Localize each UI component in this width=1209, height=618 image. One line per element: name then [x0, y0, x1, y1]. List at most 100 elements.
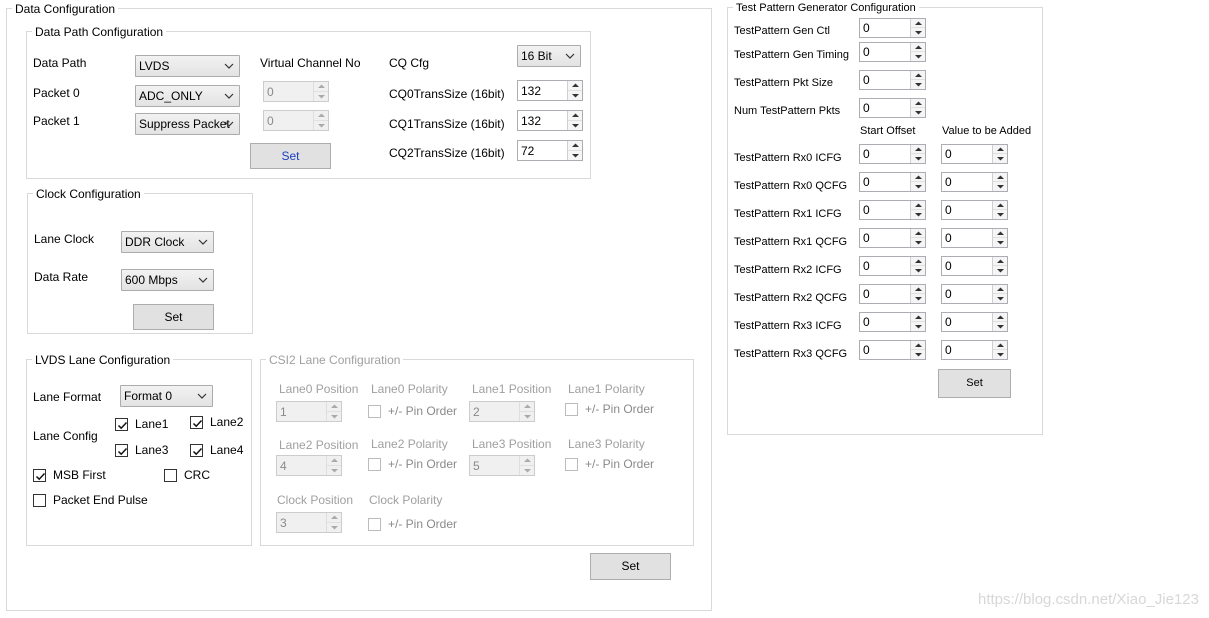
- spin-down-icon[interactable]: [520, 466, 534, 476]
- spin-up-icon[interactable]: [993, 313, 1007, 322]
- spin-down-icon[interactable]: [993, 210, 1007, 219]
- spin-up-icon[interactable]: [911, 173, 925, 182]
- spin-down-icon[interactable]: [568, 121, 582, 131]
- packet0-select[interactable]: ADC_ONLY: [135, 85, 240, 107]
- spin-up-icon[interactable]: [911, 201, 925, 210]
- spin-up-icon[interactable]: [993, 341, 1007, 350]
- data-configuration-set-button[interactable]: Set: [590, 553, 671, 580]
- spin-up-icon[interactable]: [993, 145, 1007, 154]
- cq2-trans-size-spinner[interactable]: 72: [517, 140, 583, 161]
- checkbox-box[interactable]: [33, 469, 46, 482]
- checkbox-box[interactable]: [115, 444, 128, 457]
- data-rate-select[interactable]: 600 Mbps: [121, 269, 214, 291]
- spin-up-icon[interactable]: [314, 82, 328, 92]
- spin-up-icon[interactable]: [993, 257, 1007, 266]
- spin-down-icon[interactable]: [911, 322, 925, 331]
- lane1-position-spinner[interactable]: 2: [469, 401, 535, 422]
- test-pattern-set-button[interactable]: Set: [938, 369, 1011, 398]
- tp-row-start-offset-spinner[interactable]: 0: [859, 144, 926, 164]
- spin-down-icon[interactable]: [911, 28, 925, 37]
- spin-up-icon[interactable]: [520, 402, 534, 412]
- spin-down-icon[interactable]: [993, 154, 1007, 163]
- tp-row-start-offset-spinner[interactable]: 0: [859, 256, 926, 276]
- tp-num-pkts-spinner[interactable]: 0: [859, 98, 926, 118]
- spin-up-icon[interactable]: [911, 257, 925, 266]
- spin-up-icon[interactable]: [993, 201, 1007, 210]
- lane-clock-select[interactable]: DDR Clock: [121, 231, 214, 253]
- spin-up-icon[interactable]: [568, 81, 582, 91]
- tp-row-value-added-spinner[interactable]: 0: [941, 312, 1008, 332]
- lane3-position-spinner[interactable]: 5: [469, 455, 535, 476]
- spin-down-icon[interactable]: [314, 92, 328, 102]
- clock-position-spinner[interactable]: 3: [276, 512, 342, 533]
- spin-down-icon[interactable]: [568, 151, 582, 161]
- checkbox-box[interactable]: [368, 518, 381, 531]
- clock-set-button[interactable]: Set: [133, 304, 214, 330]
- spin-up-icon[interactable]: [911, 229, 925, 238]
- checkbox-box[interactable]: [368, 458, 381, 471]
- tp-row-value-added-spinner[interactable]: 0: [941, 340, 1008, 360]
- spin-down-icon[interactable]: [327, 412, 341, 422]
- checkbox-box[interactable]: [565, 403, 578, 416]
- spin-down-icon[interactable]: [911, 154, 925, 163]
- data-path-set-button[interactable]: Set: [250, 143, 331, 169]
- checkbox-box[interactable]: [190, 416, 203, 429]
- tp-row-start-offset-spinner[interactable]: 0: [859, 228, 926, 248]
- checkbox-box[interactable]: [368, 405, 381, 418]
- tp-gen-ctl-spinner[interactable]: 0: [859, 18, 926, 38]
- spin-down-icon[interactable]: [993, 182, 1007, 191]
- spin-up-icon[interactable]: [568, 141, 582, 151]
- spin-up-icon[interactable]: [327, 456, 341, 466]
- spin-up-icon[interactable]: [327, 513, 341, 523]
- spin-down-icon[interactable]: [911, 182, 925, 191]
- spin-up-icon[interactable]: [568, 111, 582, 121]
- spin-up-icon[interactable]: [911, 313, 925, 322]
- spin-down-icon[interactable]: [327, 523, 341, 533]
- cq0-trans-size-spinner[interactable]: 132: [517, 80, 583, 101]
- spin-up-icon[interactable]: [911, 341, 925, 350]
- spin-up-icon[interactable]: [911, 99, 925, 108]
- spin-down-icon[interactable]: [911, 108, 925, 117]
- checkbox-box[interactable]: [115, 418, 128, 431]
- tp-row-start-offset-spinner[interactable]: 0: [859, 340, 926, 360]
- spin-up-icon[interactable]: [911, 285, 925, 294]
- tp-row-value-added-spinner[interactable]: 0: [941, 144, 1008, 164]
- spin-down-icon[interactable]: [911, 238, 925, 247]
- spin-down-icon[interactable]: [911, 266, 925, 275]
- cq-cfg-select[interactable]: 16 Bit: [517, 45, 581, 67]
- spin-down-icon[interactable]: [911, 52, 925, 61]
- virtual-channel-0-spinner[interactable]: 0: [263, 81, 329, 102]
- packet1-select[interactable]: Suppress Packet: [135, 113, 240, 135]
- checkbox-box[interactable]: [565, 458, 578, 471]
- spin-up-icon[interactable]: [520, 456, 534, 466]
- tp-row-start-offset-spinner[interactable]: 0: [859, 200, 926, 220]
- spin-up-icon[interactable]: [993, 173, 1007, 182]
- tp-row-value-added-spinner[interactable]: 0: [941, 228, 1008, 248]
- spin-down-icon[interactable]: [911, 210, 925, 219]
- checkbox-box[interactable]: [33, 494, 46, 507]
- spin-up-icon[interactable]: [993, 285, 1007, 294]
- spin-down-icon[interactable]: [520, 412, 534, 422]
- checkbox-box[interactable]: [190, 444, 203, 457]
- spin-down-icon[interactable]: [993, 294, 1007, 303]
- virtual-channel-1-spinner[interactable]: 0: [263, 110, 329, 131]
- spin-down-icon[interactable]: [993, 266, 1007, 275]
- spin-down-icon[interactable]: [568, 91, 582, 101]
- spin-up-icon[interactable]: [911, 145, 925, 154]
- tp-pkt-size-spinner[interactable]: 0: [859, 70, 926, 90]
- lane0-position-spinner[interactable]: 1: [276, 401, 342, 422]
- spin-up-icon[interactable]: [993, 229, 1007, 238]
- spin-up-icon[interactable]: [327, 402, 341, 412]
- tp-row-start-offset-spinner[interactable]: 0: [859, 284, 926, 304]
- tp-row-start-offset-spinner[interactable]: 0: [859, 312, 926, 332]
- tp-row-start-offset-spinner[interactable]: 0: [859, 172, 926, 192]
- spin-up-icon[interactable]: [911, 19, 925, 28]
- tp-gen-timing-spinner[interactable]: 0: [859, 42, 926, 62]
- spin-down-icon[interactable]: [911, 294, 925, 303]
- tp-row-value-added-spinner[interactable]: 0: [941, 284, 1008, 304]
- data-path-select[interactable]: LVDS: [135, 55, 240, 77]
- spin-down-icon[interactable]: [993, 350, 1007, 359]
- spin-down-icon[interactable]: [327, 466, 341, 476]
- spin-down-icon[interactable]: [314, 121, 328, 131]
- spin-down-icon[interactable]: [993, 238, 1007, 247]
